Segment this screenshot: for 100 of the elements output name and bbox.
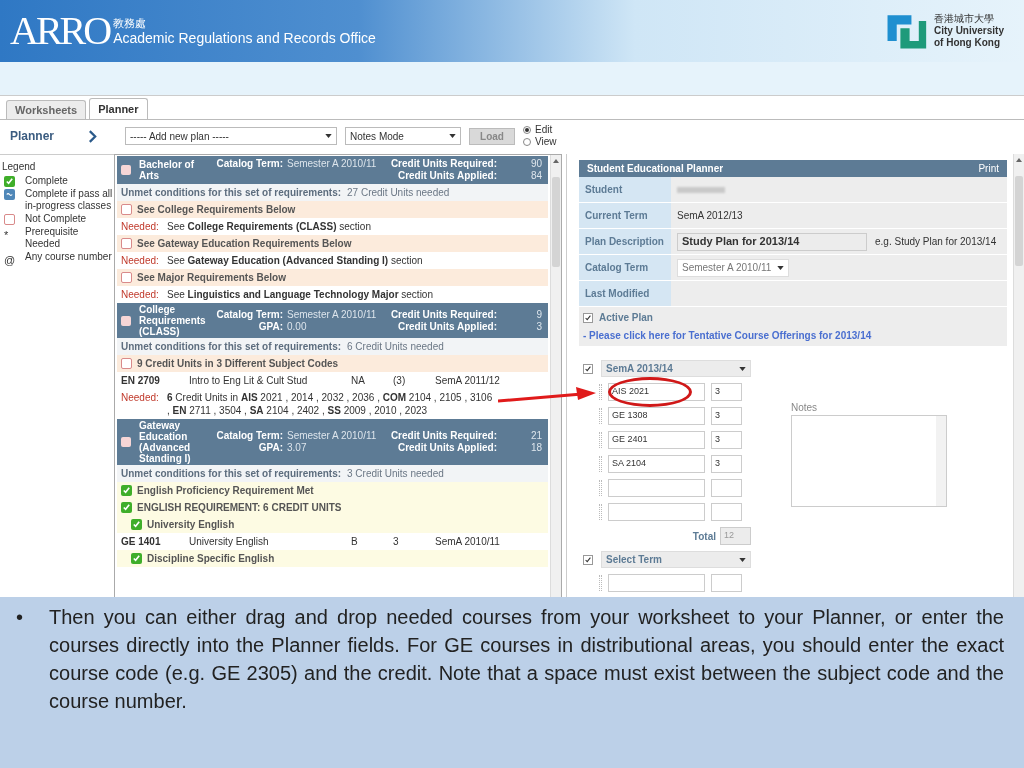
credit-field[interactable] — [711, 574, 742, 592]
requirement-text: English Proficiency Requirement Met — [137, 484, 314, 498]
scroll-up-arrow-icon[interactable] — [1016, 158, 1022, 162]
needed-label: Needed: — [121, 254, 160, 267]
notes-field[interactable] — [791, 415, 947, 507]
scrollbar-thumb[interactable] — [1015, 176, 1023, 266]
catalog-term-value: Semester A 2010/11 — [287, 430, 375, 442]
unmet-label: Unmet conditions for this set of requirements: — [121, 467, 342, 481]
catalog-term-label: Catalog Term: — [215, 430, 283, 442]
drag-handle-icon[interactable] — [599, 408, 602, 424]
course-code-field[interactable]: GE 2401 — [608, 431, 705, 449]
plan-description-field[interactable]: Study Plan for 2013/14 — [677, 232, 867, 251]
catalog-term-select[interactable]: Semester A 2010/11 — [677, 258, 790, 277]
scrollbar[interactable] — [1013, 154, 1024, 597]
requirement-text: Discipline Specific English — [147, 552, 275, 566]
course-code-field[interactable] — [608, 479, 705, 497]
requirement-text: See Major Requirements Below — [137, 271, 286, 285]
notes-label: Notes — [791, 401, 819, 415]
legend-title: Legend — [1, 160, 37, 174]
gpa-value: 3.07 — [287, 442, 308, 454]
scrollbar-thumb[interactable] — [552, 177, 560, 267]
drag-handle-icon[interactable] — [599, 432, 602, 448]
chevron-right-icon[interactable] — [88, 129, 97, 143]
needed-label: Needed: — [121, 288, 160, 301]
course-code: GE 1401 — [121, 535, 162, 549]
course-code-field[interactable]: GE 1308 — [608, 407, 705, 425]
caret-down-icon — [777, 265, 785, 270]
requirement-title: Gateway Education (Advanced Standing I) — [138, 420, 192, 464]
tab[interactable]: Worksheets — [6, 100, 87, 119]
catalog-term-value: Semester A 2010/11 — [287, 308, 375, 321]
needed-text: See Linguistics and Language Technology Major section — [167, 288, 433, 301]
course-title: Intro to Eng Lit & Cult Stud — [188, 374, 309, 388]
course-title: University English — [188, 535, 270, 549]
field-value: SemA 2012/13 — [677, 209, 743, 223]
mode-radio[interactable]: Edit — [523, 124, 557, 136]
credit-field[interactable]: 3 — [711, 431, 742, 449]
legend-symbol: @ — [4, 253, 15, 268]
course-offerings-link[interactable]: - Please click here for Tentative Course Offerings for 2013/14 — [583, 328, 1003, 343]
course-code-field[interactable] — [608, 574, 705, 592]
course-grade: NA — [351, 374, 366, 388]
credit-field[interactable]: 3 — [711, 383, 742, 401]
catalog-term-label: Catalog Term: — [215, 308, 283, 321]
applied-label: Credit Units Applied: — [396, 320, 497, 333]
course-code-field[interactable]: AIS 2021 — [608, 383, 705, 401]
gpa-label: GPA: — [257, 442, 283, 454]
required-value: 90 — [529, 158, 543, 170]
credit-field[interactable] — [711, 479, 742, 497]
applied-value: 84 — [529, 170, 543, 182]
legend-label: Prerequisite Needed — [25, 226, 80, 250]
requirement-text: University English — [147, 518, 235, 532]
university-name: City University — [933, 25, 1004, 37]
course-units: 3 — [393, 535, 400, 549]
term-select[interactable]: SemA 2013/14 — [601, 360, 751, 377]
drag-handle-icon[interactable] — [599, 504, 602, 520]
field-label: Plan Description — [579, 229, 671, 254]
course-code-field[interactable]: SA 2104 — [608, 455, 705, 473]
plan-select[interactable]: ----- Add new plan ----- — [125, 127, 337, 145]
mode-radio[interactable]: View — [523, 136, 557, 148]
drag-handle-icon[interactable] — [599, 456, 602, 472]
office-chinese-name: 教務處 — [113, 16, 148, 30]
mode-select[interactable]: Notes Mode — [345, 127, 461, 145]
term-select[interactable]: Select Term — [601, 551, 751, 568]
field-label: Current Term — [579, 203, 671, 228]
course-code-field[interactable] — [608, 503, 705, 521]
office-name: Academic Regulations and Records Office — [113, 30, 376, 46]
required-value: 21 — [529, 430, 543, 442]
checkbox[interactable] — [583, 312, 593, 323]
blurred-name — [677, 186, 725, 193]
unmet-label: Unmet conditions for this set of requirements: — [121, 340, 342, 354]
university-chinese-name: 香港城市大學 — [933, 13, 995, 25]
drag-handle-icon[interactable] — [599, 480, 602, 496]
requirement-text: ENGLISH REQUIREMENT: 6 CREDIT UNITS — [137, 501, 342, 515]
legend-label: Not Complete — [25, 213, 87, 225]
required-label: Credit Units Required: — [389, 430, 497, 442]
tab[interactable]: Planner — [89, 98, 148, 119]
scrollbar[interactable] — [550, 155, 561, 597]
planner-header-title: Student Educational Planner — [587, 162, 724, 176]
credit-field[interactable]: 3 — [711, 407, 742, 425]
credit-field[interactable]: 3 — [711, 455, 742, 473]
requirement-title: College Requirements (CLASS) — [138, 304, 207, 337]
required-label: Credit Units Required: — [389, 158, 497, 170]
caret-down-icon — [449, 134, 456, 138]
requirement-text: See Gateway Education Requirements Below — [137, 237, 352, 251]
term-checkbox[interactable] — [583, 554, 593, 565]
drag-handle-icon[interactable] — [599, 384, 602, 400]
total-label: Total — [692, 529, 716, 544]
active-plan-checkbox[interactable]: Active Plan — [583, 310, 1003, 325]
caret-down-icon — [739, 366, 746, 371]
scroll-up-arrow-icon[interactable] — [553, 159, 559, 163]
credit-field[interactable] — [711, 503, 742, 521]
field-label: Student — [579, 177, 671, 202]
requirement-text: See College Requirements Below — [137, 203, 296, 217]
drag-handle-icon[interactable] — [599, 575, 602, 591]
caret-down-icon — [739, 557, 746, 562]
course-units: (3) — [393, 374, 407, 388]
applied-label: Credit Units Applied: — [396, 170, 497, 182]
legend-label: Complete — [25, 175, 68, 187]
gpa-label: GPA: — [257, 320, 283, 333]
print-link[interactable]: Print — [978, 161, 999, 176]
term-checkbox[interactable] — [583, 363, 593, 374]
